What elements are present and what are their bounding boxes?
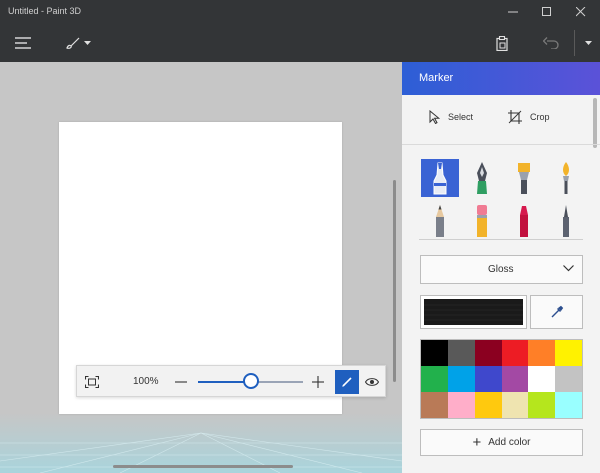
chevron-down-icon [584, 40, 592, 45]
menu-button[interactable] [8, 32, 38, 54]
minus-icon [175, 381, 187, 383]
select-label: Select [448, 112, 474, 122]
undo-button[interactable] [538, 32, 564, 54]
toolbar-divider [574, 30, 575, 56]
finish-value: Gloss [488, 264, 514, 275]
calligraphy-pen-icon [477, 162, 487, 194]
marker-panel: Marker Select Crop Gloss + Add color [402, 62, 600, 473]
paste-button[interactable] [490, 32, 514, 54]
color-swatch[interactable] [421, 340, 448, 366]
finish-dropdown[interactable]: Gloss [420, 255, 583, 284]
zoom-out-button[interactable] [170, 371, 192, 393]
add-color-button[interactable]: + Add color [420, 429, 583, 456]
color-swatch[interactable] [528, 392, 556, 418]
pencil-icon [436, 205, 444, 237]
pixel-pen-icon [563, 205, 569, 237]
fit-screen-icon [85, 376, 99, 388]
panel-header: Marker [402, 62, 600, 95]
crop-label: Crop [530, 112, 550, 122]
minimize-icon [508, 11, 518, 13]
color-swatch[interactable] [447, 392, 475, 418]
chevron-down-icon [84, 40, 91, 45]
color-swatch[interactable] [501, 392, 529, 418]
color-swatch[interactable] [501, 340, 529, 366]
color-swatch[interactable] [555, 392, 582, 418]
window-title: Untitled - Paint 3D [8, 6, 82, 16]
eyedropper-icon [551, 305, 563, 318]
panel-divider [402, 144, 600, 145]
zoom-in-button[interactable] [307, 371, 329, 393]
eraser-icon [477, 205, 487, 237]
plus-icon [312, 376, 324, 388]
zoom-percentage: 100% [133, 376, 159, 387]
watercolor-icon [563, 162, 569, 194]
brush-icon [66, 37, 80, 49]
marker-brush[interactable] [421, 159, 459, 197]
color-swatch[interactable] [447, 366, 475, 392]
color-swatch[interactable] [474, 366, 502, 392]
brush-grid [419, 159, 583, 239]
color-swatch[interactable] [528, 340, 556, 366]
minimize-button[interactable] [496, 0, 530, 24]
color-swatch[interactable] [474, 340, 502, 366]
eraser-brush[interactable] [463, 201, 501, 239]
grid-floor [0, 413, 402, 473]
oil-brush[interactable] [505, 159, 543, 197]
marker-icon [433, 162, 447, 195]
current-color-swatch[interactable] [420, 295, 527, 329]
pixel-pen-brush[interactable] [547, 201, 583, 239]
maximize-button[interactable] [530, 0, 564, 24]
close-icon [576, 7, 586, 17]
panel-title: Marker [419, 72, 454, 84]
close-button[interactable] [564, 0, 598, 24]
crop-icon [508, 110, 522, 124]
workspace[interactable]: 100% [0, 62, 402, 473]
calligraphy-pen-brush[interactable] [463, 159, 501, 197]
brushes-button[interactable] [60, 32, 96, 54]
plus-icon: + [472, 434, 482, 451]
oil-brush-icon [518, 163, 530, 194]
hamburger-icon [15, 37, 31, 49]
color-swatch[interactable] [555, 340, 582, 366]
color-swatch[interactable] [421, 366, 448, 392]
toolbar [0, 24, 600, 62]
color-preview [424, 299, 523, 325]
view-mode-button[interactable] [361, 371, 383, 393]
chevron-down-icon [563, 264, 574, 275]
undo-icon [543, 37, 559, 49]
more-button[interactable] [578, 32, 598, 54]
watercolor-brush[interactable] [547, 159, 583, 197]
color-swatch[interactable] [421, 392, 448, 418]
color-swatch[interactable] [474, 392, 502, 418]
horizontal-scrollbar[interactable] [113, 465, 293, 468]
panel-scrollbar[interactable] [593, 98, 597, 148]
pen-icon [342, 377, 352, 387]
select-cursor-icon [429, 110, 440, 124]
stroke-texture [424, 304, 523, 321]
color-swatch[interactable] [528, 366, 556, 392]
add-color-label: Add color [488, 437, 531, 448]
maximize-icon [542, 7, 551, 16]
eye-icon [365, 378, 379, 386]
brush-divider [419, 239, 583, 240]
crop-button[interactable]: Crop [508, 110, 550, 124]
zoom-bar: 100% [76, 365, 386, 397]
crayon-icon [520, 206, 528, 237]
eyedropper-button[interactable] [530, 295, 583, 329]
color-swatch[interactable] [501, 366, 529, 392]
fit-to-screen-button[interactable] [81, 371, 103, 393]
color-swatch[interactable] [447, 340, 475, 366]
pencil-brush[interactable] [421, 201, 459, 239]
draw-mode-button[interactable] [335, 370, 359, 394]
select-button[interactable]: Select [429, 110, 473, 124]
color-swatch[interactable] [555, 366, 582, 392]
zoom-slider-thumb[interactable] [242, 373, 259, 389]
title-bar: Untitled - Paint 3D [0, 0, 600, 24]
color-palette [420, 339, 583, 419]
crayon-brush[interactable] [505, 201, 543, 239]
vertical-scrollbar[interactable] [393, 180, 396, 382]
clipboard-icon [496, 35, 508, 51]
